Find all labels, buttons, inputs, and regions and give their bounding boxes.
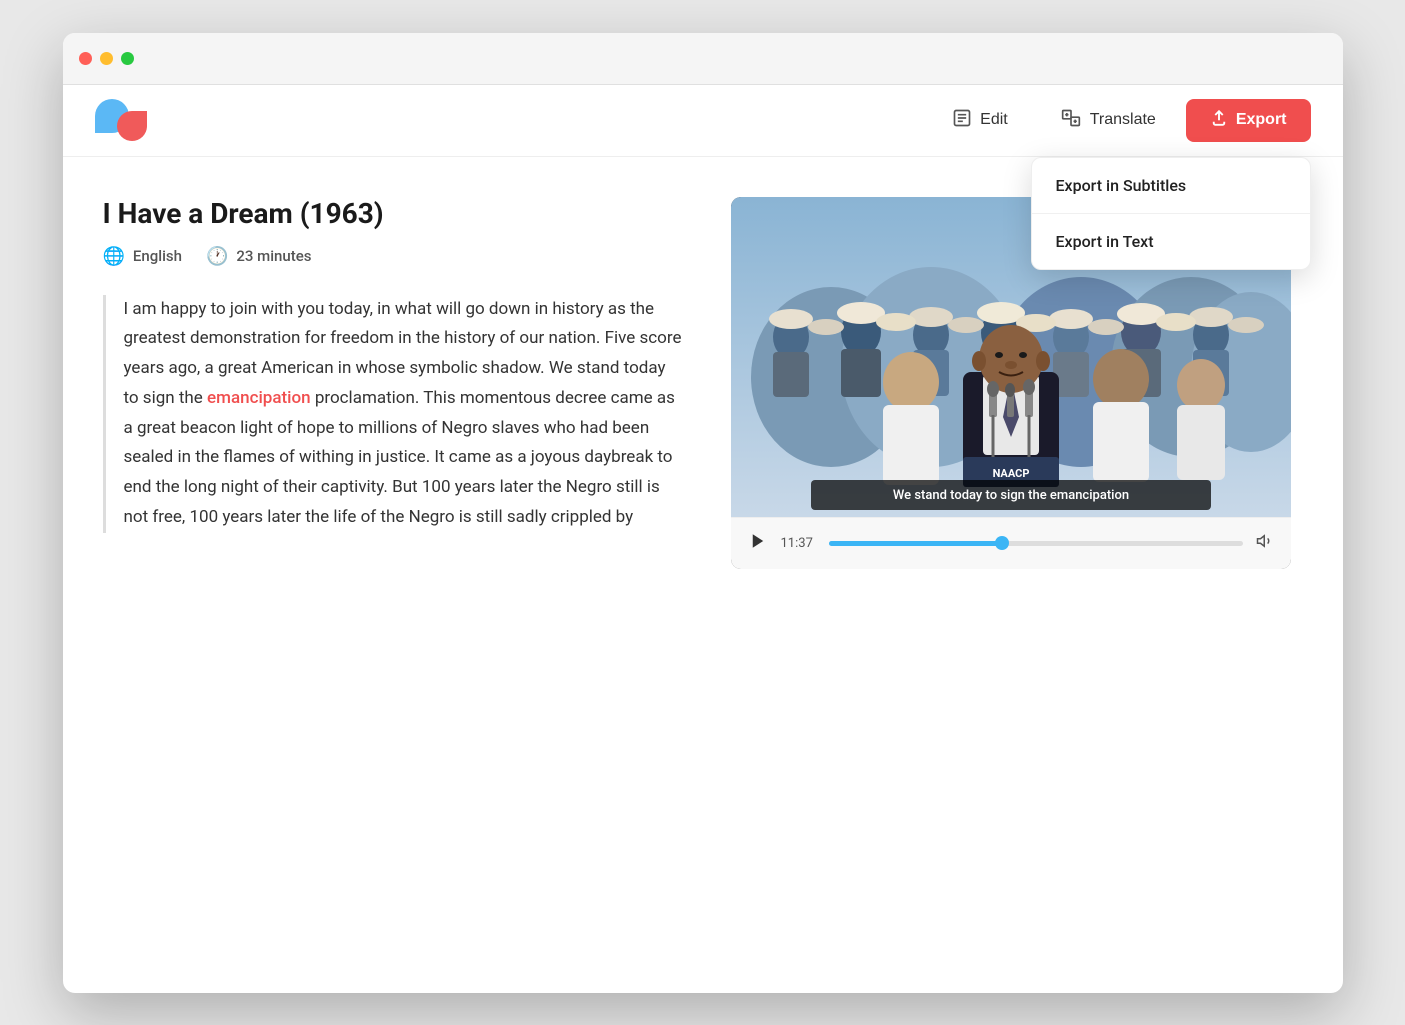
svg-text:We stand today to sign the ema: We stand today to sign the emancipation [892,488,1128,503]
transcript-panel: I Have a Dream (1963) 🌐 English 🕐 23 min… [103,197,683,569]
duration-label: 23 minutes [236,247,311,265]
progress-bar[interactable] [829,541,1243,546]
language-meta: 🌐 English [103,246,182,267]
export-button[interactable]: Export [1186,99,1311,142]
edit-icon [952,108,972,133]
export-upload-icon [1210,109,1228,132]
logo-bubble-red [117,111,147,141]
play-button[interactable] [747,530,769,557]
progress-handle [995,536,1009,550]
nav-actions: Edit Translate [930,98,1310,143]
time-display: 11:37 [781,536,817,551]
export-subtitles-item[interactable]: Export in Subtitles [1032,158,1310,214]
app-window: Edit Translate [63,33,1343,993]
export-dropdown: Export in Subtitles Export in Text [1031,157,1311,270]
doc-meta: 🌐 English 🕐 23 minutes [103,246,683,267]
title-bar [63,33,1343,85]
edit-label: Edit [980,111,1008,129]
video-controls: 11:37 [731,517,1291,569]
volume-button[interactable] [1255,532,1275,555]
export-label: Export [1236,111,1287,129]
progress-fill [829,541,1003,546]
svg-text:NAACP: NAACP [992,467,1029,480]
translate-icon [1060,108,1082,133]
translate-button[interactable]: Translate [1038,98,1178,143]
navbar: Edit Translate [63,85,1343,157]
highlight-word: emancipation [207,388,311,408]
export-text-label: Export in Text [1056,232,1154,251]
transcript-part2: proclamation. This momentous decree came… [124,388,675,527]
logo [95,99,147,141]
document-title: I Have a Dream (1963) [103,197,683,230]
language-label: English [133,247,182,265]
duration-meta: 🕐 23 minutes [206,246,312,267]
transcript-text: I am happy to join with you today, in wh… [103,295,683,533]
export-text-item[interactable]: Export in Text [1032,214,1310,269]
edit-button[interactable]: Edit [930,98,1030,143]
close-button[interactable] [79,52,92,65]
logo-icon [95,99,147,141]
minimize-button[interactable] [100,52,113,65]
translate-label: Translate [1090,111,1156,129]
maximize-button[interactable] [121,52,134,65]
clock-icon: 🕐 [206,246,228,267]
export-subtitles-label: Export in Subtitles [1056,176,1187,195]
globe-icon: 🌐 [103,246,125,267]
